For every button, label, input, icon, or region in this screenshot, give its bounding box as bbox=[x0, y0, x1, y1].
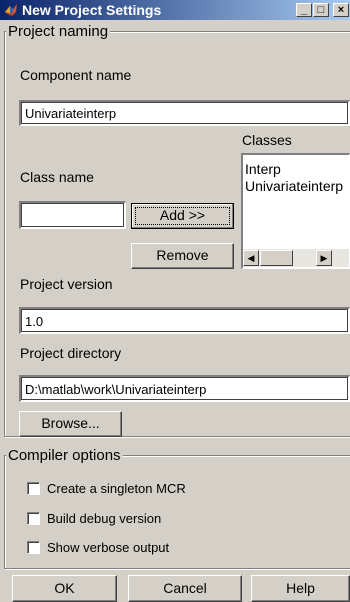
scroll-left-icon[interactable]: ◀ bbox=[243, 250, 259, 266]
classes-label: Classes bbox=[242, 132, 292, 148]
verbose-output-label[interactable]: Show verbose output bbox=[47, 540, 169, 555]
maximize-button[interactable]: □ bbox=[313, 3, 329, 17]
debug-version-label[interactable]: Build debug version bbox=[47, 511, 161, 526]
list-item[interactable]: Interp bbox=[243, 161, 349, 178]
add-button[interactable]: Add >> bbox=[131, 203, 234, 229]
project-naming-legend: Project naming bbox=[6, 23, 111, 40]
title-bar[interactable]: New Project Settings _ □ × bbox=[0, 0, 350, 20]
browse-button[interactable]: Browse... bbox=[19, 411, 122, 437]
window-title: New Project Settings bbox=[22, 2, 162, 18]
maximize-icon: □ bbox=[317, 4, 325, 16]
project-version-label: Project version bbox=[20, 276, 113, 292]
ok-button[interactable]: OK bbox=[12, 575, 117, 602]
matlab-icon bbox=[5, 4, 17, 16]
component-name-input[interactable] bbox=[19, 100, 350, 126]
help-button[interactable]: Help bbox=[251, 575, 350, 602]
close-icon: × bbox=[337, 4, 345, 16]
compiler-options-legend: Compiler options bbox=[6, 447, 123, 464]
singleton-mcr-label[interactable]: Create a singleton MCR bbox=[47, 481, 186, 496]
component-name-label: Component name bbox=[20, 67, 132, 83]
horizontal-scrollbar[interactable]: ◀ ▶ bbox=[243, 249, 349, 267]
verbose-output-checkbox[interactable] bbox=[27, 541, 40, 554]
singleton-mcr-checkbox[interactable] bbox=[27, 482, 40, 495]
remove-button[interactable]: Remove bbox=[131, 243, 234, 269]
project-directory-label: Project directory bbox=[20, 345, 122, 361]
project-version-input[interactable] bbox=[19, 307, 350, 334]
scroll-thumb[interactable] bbox=[260, 250, 293, 266]
list-item[interactable]: Univariateinterp bbox=[243, 178, 349, 195]
class-name-label: Class name bbox=[20, 169, 94, 185]
close-button[interactable]: × bbox=[333, 3, 349, 17]
debug-version-checkbox[interactable] bbox=[27, 512, 40, 525]
cancel-button[interactable]: Cancel bbox=[128, 575, 242, 602]
minimize-icon: _ bbox=[300, 4, 308, 16]
project-directory-input[interactable] bbox=[19, 375, 350, 402]
class-name-input[interactable] bbox=[19, 201, 126, 229]
scroll-right-icon[interactable]: ▶ bbox=[316, 250, 332, 266]
classes-listbox[interactable]: Interp Univariateinterp ◀ ▶ bbox=[241, 153, 350, 269]
minimize-button[interactable]: _ bbox=[296, 3, 312, 17]
